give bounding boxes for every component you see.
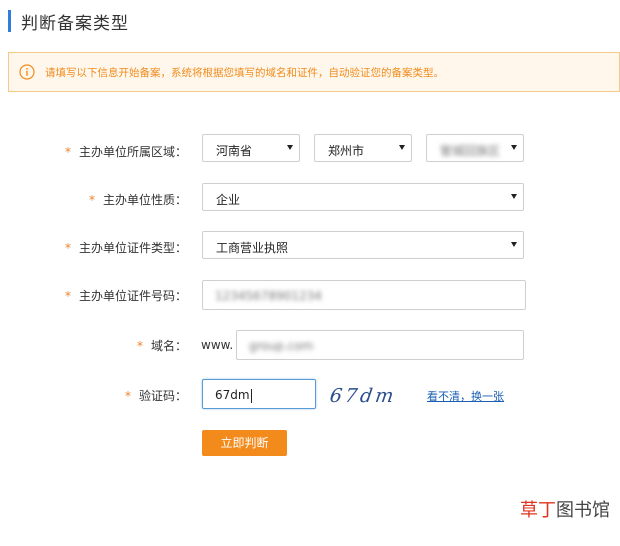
refresh-captcha-link[interactable]: 看不清，换一张 bbox=[427, 388, 504, 404]
region-label: * 主办单位所属区域： bbox=[0, 143, 187, 160]
region-label-text: 主办单位所属区域： bbox=[78, 145, 187, 159]
required-mark: * bbox=[64, 241, 71, 255]
province-select[interactable]: 河南省 bbox=[202, 134, 300, 162]
province-value: 河南省 bbox=[216, 144, 253, 158]
info-icon bbox=[19, 64, 35, 80]
chevron-down-icon bbox=[511, 194, 517, 199]
nature-select[interactable]: 企业 bbox=[202, 183, 524, 211]
cert-type-label-text: 主办单位证件类型： bbox=[78, 241, 187, 255]
chevron-down-icon bbox=[399, 145, 405, 150]
captcha-image[interactable]: 67dm bbox=[330, 382, 410, 408]
watermark: 草丁图书馆 bbox=[520, 496, 610, 522]
captcha-label: * 验证码： bbox=[0, 387, 187, 404]
title-accent-bar bbox=[8, 10, 11, 32]
notice-text: 请填写以下信息开始备案，系统将根据您填写的域名和证件，自动验证您的备案类型。 bbox=[45, 66, 444, 79]
domain-value: group.com bbox=[249, 339, 314, 353]
nature-label: * 主办单位性质： bbox=[0, 191, 187, 208]
cert-type-label: * 主办单位证件类型： bbox=[0, 239, 187, 256]
submit-button[interactable]: 立即判断 bbox=[202, 430, 287, 456]
domain-prefix: www. bbox=[201, 338, 234, 352]
district-select[interactable]: 管城回族区 bbox=[426, 134, 524, 162]
captcha-value: 67dm bbox=[215, 388, 252, 403]
required-mark: * bbox=[64, 145, 71, 159]
captcha-label-text: 验证码： bbox=[138, 389, 187, 403]
watermark-part1: 草丁 bbox=[520, 500, 556, 521]
city-value: 郑州市 bbox=[328, 144, 365, 158]
text-caret bbox=[250, 388, 252, 403]
cert-number-label-text: 主办单位证件号码： bbox=[78, 289, 187, 303]
cert-type-value: 工商营业执照 bbox=[216, 241, 289, 255]
domain-label-text: 域名： bbox=[150, 339, 187, 353]
cert-type-select[interactable]: 工商营业执照 bbox=[202, 231, 524, 259]
cert-number-input[interactable]: 12345678901234 bbox=[202, 280, 526, 310]
city-select[interactable]: 郑州市 bbox=[314, 134, 412, 162]
page-title: 判断备案类型 bbox=[21, 13, 129, 34]
watermark-part2: 图书馆 bbox=[556, 500, 610, 521]
nature-label-text: 主办单位性质： bbox=[102, 193, 187, 207]
required-mark: * bbox=[88, 193, 95, 207]
chevron-down-icon bbox=[511, 145, 517, 150]
cert-number-label: * 主办单位证件号码： bbox=[0, 287, 187, 304]
domain-input[interactable]: group.com bbox=[236, 330, 524, 360]
domain-label: * 域名： bbox=[0, 337, 187, 354]
required-mark: * bbox=[124, 389, 131, 403]
captcha-value-text: 67dm bbox=[215, 388, 250, 402]
page-header: 判断备案类型 bbox=[8, 10, 129, 34]
required-mark: * bbox=[136, 339, 143, 353]
captcha-image-text: 67dm bbox=[330, 384, 398, 407]
nature-value: 企业 bbox=[216, 193, 241, 207]
chevron-down-icon bbox=[511, 242, 517, 247]
notice-banner: 请填写以下信息开始备案，系统将根据您填写的域名和证件，自动验证您的备案类型。 bbox=[8, 52, 620, 92]
district-value: 管城回族区 bbox=[440, 144, 501, 158]
chevron-down-icon bbox=[287, 145, 293, 150]
captcha-input[interactable]: 67dm bbox=[202, 379, 316, 409]
cert-number-value: 12345678901234 bbox=[215, 289, 322, 303]
required-mark: * bbox=[64, 289, 71, 303]
